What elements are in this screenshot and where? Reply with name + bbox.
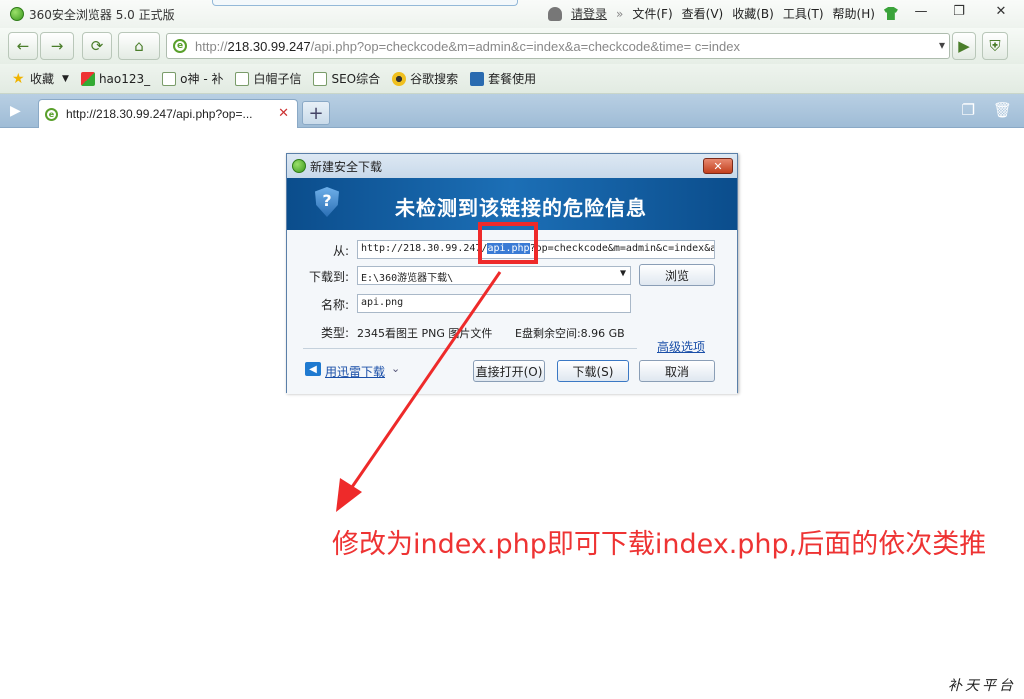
address-dropdown-icon[interactable]: ▾	[939, 38, 945, 52]
banner-text: 未检测到该链接的危险信息	[395, 196, 647, 220]
download-button[interactable]: 下载(S)	[557, 360, 629, 382]
bookmark-hao123[interactable]: hao123_	[80, 71, 150, 86]
open-directly-button[interactable]: 直接打开(O)	[473, 360, 545, 382]
url-text[interactable]: http://218.30.99.247/api.php?op=checkcod…	[195, 39, 740, 54]
bookmark-package[interactable]: 套餐使用	[470, 70, 536, 87]
minimize-button[interactable]: —	[902, 0, 940, 22]
hao123-icon	[80, 71, 95, 86]
security-shield-icon: ⛨	[989, 37, 1001, 55]
file-name-input[interactable]: api.png	[357, 294, 631, 313]
login-link[interactable]: 请登录	[571, 5, 607, 22]
disk-space-value: E盘剩余空间:8.96 GB	[515, 327, 625, 340]
download-path-select[interactable]: E:\360游览器下载\ ▼	[357, 266, 631, 285]
user-icon	[548, 6, 562, 21]
home-button[interactable]: ⌂	[118, 32, 160, 60]
menu-help[interactable]: 帮助(H)	[833, 5, 875, 22]
star-icon: ★	[12, 70, 25, 87]
page-icon	[162, 71, 177, 86]
go-button[interactable]: ▶	[952, 32, 976, 60]
new-tab-button[interactable]: +	[302, 101, 330, 125]
close-window-button[interactable]: ✕	[978, 0, 1024, 22]
page-icon	[313, 71, 328, 86]
bookmark-o-shen[interactable]: o神 - 补	[162, 70, 223, 87]
watermark: 补天平台	[948, 678, 1016, 694]
browse-button[interactable]: 浏览	[639, 264, 715, 286]
address-bar[interactable]: e http://218.30.99.247/api.php?op=checkc…	[166, 33, 950, 59]
dialog-titlebar: 新建安全下载 ✕	[287, 154, 737, 178]
menu-favorites[interactable]: 收藏(B)	[732, 5, 774, 22]
download-dialog: 新建安全下载 ✕ ? 未检测到该链接的危险信息 从: http://218.30…	[286, 153, 738, 394]
menu-separator-icon: »	[616, 6, 624, 21]
maximize-button[interactable]: ❐	[940, 0, 978, 22]
thunder-download-link[interactable]: 用迅雷下载	[325, 363, 385, 380]
bookmark-favorites[interactable]: ★ 收藏 ▼	[12, 70, 69, 87]
tab-title: http://218.30.99.247/api.php?op=...	[66, 107, 253, 121]
file-type-value: 2345看图王 PNG 图片文件	[357, 327, 493, 340]
type-label: 类型:	[320, 326, 349, 340]
tab-active[interactable]: e http://218.30.99.247/api.php?op=... ✕	[38, 99, 298, 128]
browser-logo-icon	[292, 159, 306, 173]
gear-icon	[392, 71, 407, 86]
dialog-title: 新建安全下载	[310, 159, 383, 174]
cancel-button[interactable]: 取消	[639, 360, 715, 382]
skin-icon[interactable]	[883, 7, 898, 20]
advanced-options-link[interactable]: 高级选项	[657, 338, 705, 355]
name-label: 名称:	[320, 298, 349, 312]
download-to-label: 下载到:	[308, 270, 349, 284]
forward-button[interactable]: →	[40, 32, 74, 60]
window-controls: — ❐ ✕	[902, 0, 1024, 22]
window-tile-icon[interactable]: ❐	[962, 101, 975, 119]
menu-file[interactable]: 文件(F)	[632, 5, 672, 22]
navigation-bar: ← → ⟳ ⌂ e http://218.30.99.247/api.php?o…	[0, 28, 1024, 64]
menu-bar: 请登录 » 文件(F) 查看(V) 收藏(B) 工具(T) 帮助(H)	[548, 5, 898, 22]
from-label: 从:	[332, 244, 349, 258]
favorites-dropdown-icon[interactable]: ▼	[62, 74, 69, 84]
tab-close-icon[interactable]: ✕	[278, 106, 289, 121]
site-e-icon: e	[173, 39, 187, 53]
page-icon	[235, 71, 250, 86]
annotation-text: 修改为index.php即可下载index.php,后面的依次类推	[332, 529, 987, 560]
bookmarks-bar: ★ 收藏 ▼ hao123_ o神 - 补 白帽子信 SEO综合 谷歌搜索 套餐…	[0, 64, 1024, 94]
title-drag-area	[212, 0, 518, 6]
bookmark-google-search[interactable]: 谷歌搜索	[392, 70, 458, 87]
menu-view[interactable]: 查看(V)	[682, 5, 724, 22]
expand-chevron-icon[interactable]: ⌄	[391, 362, 400, 375]
back-arrow-icon: ◀	[305, 362, 321, 376]
refresh-button[interactable]: ⟳	[82, 32, 112, 60]
browser-logo-icon	[10, 7, 24, 21]
tab-tools: ❐ 🗑	[962, 101, 1013, 119]
dialog-divider	[303, 348, 637, 349]
menu-tools[interactable]: 工具(T)	[783, 5, 824, 22]
sidebar-toggle-icon[interactable]: ▶	[10, 103, 21, 119]
trash-icon[interactable]: 🗑	[993, 101, 1012, 119]
network-icon	[470, 71, 485, 86]
tab-bar: ▶ e http://218.30.99.247/api.php?op=... …	[0, 94, 1024, 128]
highlight-box	[478, 222, 538, 264]
site-e-icon: e	[45, 107, 58, 121]
shield-button[interactable]: ⛨	[982, 32, 1008, 60]
title-bar: 360安全浏览器 5.0 正式版 请登录 » 文件(F) 查看(V) 收藏(B)…	[0, 0, 1024, 28]
chevron-down-icon: ▼	[619, 268, 626, 279]
bookmark-seo[interactable]: SEO综合	[313, 70, 380, 87]
shield-question-icon: ?	[315, 187, 339, 217]
bookmark-baimaozi[interactable]: 白帽子信	[235, 70, 301, 87]
dialog-close-button[interactable]: ✕	[703, 158, 733, 174]
back-button[interactable]: ←	[8, 32, 38, 60]
window-title: 360安全浏览器 5.0 正式版	[29, 7, 175, 22]
